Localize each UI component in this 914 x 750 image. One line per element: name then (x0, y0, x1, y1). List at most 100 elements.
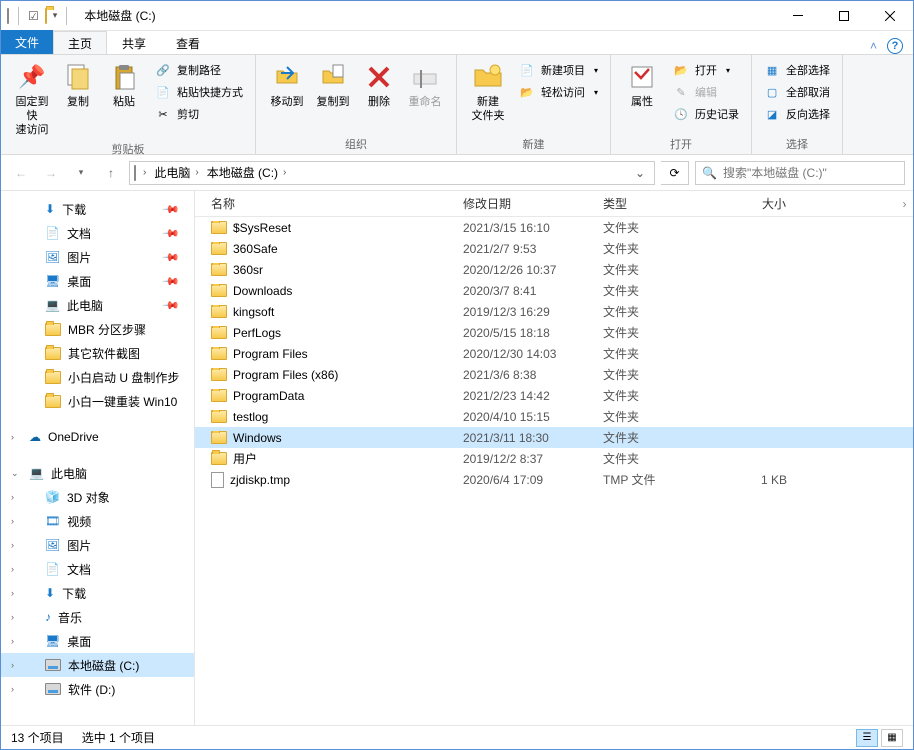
moveto-button[interactable]: 移动到 (264, 59, 310, 111)
expand-icon[interactable]: › (11, 588, 14, 598)
address-dropdown-icon[interactable]: ⌄ (630, 166, 650, 180)
file-row[interactable]: 360sr2020/12/26 10:37文件夹 (195, 259, 913, 280)
drive-crumb-icon (134, 166, 136, 180)
copy-path-button[interactable]: 🔗复制路径 (151, 59, 247, 81)
nav-pictures2[interactable]: ›🖼图片 (1, 533, 194, 557)
delete-button[interactable]: 删除 (356, 59, 402, 111)
address-box[interactable]: › 此电脑› 本地磁盘 (C:)› ⌄ (129, 161, 655, 185)
recent-button[interactable]: ▾ (69, 161, 93, 185)
help-icon[interactable]: ? (887, 38, 903, 54)
nav-thispc[interactable]: 💻此电脑📌 (1, 293, 194, 317)
crumb-root[interactable]: › (136, 162, 150, 184)
search-input[interactable]: 🔍搜索"本地磁盘 (C:)" (695, 161, 905, 185)
nav-downloads[interactable]: ⬇下载📌 (1, 197, 194, 221)
file-row[interactable]: ProgramData2021/2/23 14:42文件夹 (195, 385, 913, 406)
expand-icon[interactable]: ⌄ (11, 468, 19, 479)
tab-share[interactable]: 共享 (107, 31, 161, 54)
col-size[interactable]: 大小 (717, 195, 797, 212)
file-row[interactable]: kingsoft2019/12/3 16:29文件夹 (195, 301, 913, 322)
nav-documents[interactable]: 📄文档📌 (1, 221, 194, 245)
close-button[interactable] (867, 1, 913, 31)
file-date: 2021/3/11 18:30 (453, 431, 593, 445)
folder-qat-icon[interactable] (45, 9, 47, 23)
expand-icon[interactable]: › (11, 564, 14, 574)
cut-button[interactable]: ✂剪切 (151, 103, 247, 125)
properties-qat-icon[interactable]: ☑ (28, 9, 39, 23)
expand-icon[interactable]: › (11, 684, 14, 694)
col-date[interactable]: 修改日期 (453, 195, 593, 212)
maximize-button[interactable] (821, 1, 867, 31)
newitem-button[interactable]: 📄新建项目▾ (515, 59, 602, 81)
minimize-button[interactable] (775, 1, 821, 31)
file-row[interactable]: Program Files (x86)2021/3/6 8:38文件夹 (195, 364, 913, 385)
up-button[interactable]: ↑ (99, 161, 123, 185)
nav-downloads2[interactable]: ›⬇下载 (1, 581, 194, 605)
nav-thispc2[interactable]: ⌄💻此电脑 (1, 461, 194, 485)
nav-music[interactable]: ›♪音乐 (1, 605, 194, 629)
edit-button[interactable]: ✎编辑 (669, 81, 743, 103)
paste-button[interactable]: 粘贴 (101, 59, 147, 111)
nav-xiaobai1[interactable]: 小白启动 U 盘制作步 (1, 365, 194, 389)
nav-other[interactable]: 其它软件截图 (1, 341, 194, 365)
copy-button[interactable]: 复制 (55, 59, 101, 111)
selectnone-button[interactable]: ▢全部取消 (760, 81, 834, 103)
nav-documents2[interactable]: ›📄文档 (1, 557, 194, 581)
file-row[interactable]: 用户2019/12/2 8:37文件夹 (195, 448, 913, 469)
nav-3dobjects[interactable]: ›🧊3D 对象 (1, 485, 194, 509)
pin-button[interactable]: 📌固定到快 速访问 (9, 59, 55, 139)
qat-dropdown-icon[interactable]: ▾ (53, 10, 58, 21)
nav-xiaobai2[interactable]: 小白一键重装 Win10 (1, 389, 194, 413)
file-row[interactable]: Windows2021/3/11 18:30文件夹 (195, 427, 913, 448)
invert-icon: ◪ (764, 106, 780, 122)
nav-onedrive[interactable]: ›☁OneDrive (1, 425, 194, 449)
paste-shortcut-button[interactable]: 📄粘贴快捷方式 (151, 81, 247, 103)
expand-icon[interactable]: › (11, 612, 14, 622)
expand-icon[interactable]: › (11, 492, 14, 502)
file-row[interactable]: Downloads2020/3/7 8:41文件夹 (195, 280, 913, 301)
back-button[interactable]: ← (9, 161, 33, 185)
nav-desktop[interactable]: 🖥桌面📌 (1, 269, 194, 293)
open-button[interactable]: 📂打开▾ (669, 59, 743, 81)
rename-button[interactable]: 重命名 (402, 59, 448, 111)
tab-home[interactable]: 主页 (53, 31, 107, 54)
column-scroll-icon[interactable]: › (896, 191, 913, 217)
file-list: 名称 修改日期 类型 大小 $SysReset2021/3/15 16:10文件… (195, 191, 913, 731)
forward-button[interactable]: → (39, 161, 63, 185)
newfolder-button[interactable]: 新建 文件夹 (465, 59, 511, 125)
documents-icon: 📄 (45, 562, 60, 576)
crumb-drive[interactable]: 本地磁盘 (C:)› (203, 162, 291, 184)
col-type[interactable]: 类型 (593, 195, 717, 212)
history-button[interactable]: 🕓历史记录 (669, 103, 743, 125)
col-name[interactable]: 名称 (195, 195, 453, 212)
properties-button[interactable]: 属性 (619, 59, 665, 111)
easyaccess-button[interactable]: 📂轻松访问▾ (515, 81, 602, 103)
file-row[interactable]: Program Files2020/12/30 14:03文件夹 (195, 343, 913, 364)
properties-icon (626, 61, 658, 93)
nav-cdrive[interactable]: ›本地磁盘 (C:) (1, 653, 194, 677)
file-row[interactable]: PerfLogs2020/5/15 18:18文件夹 (195, 322, 913, 343)
file-row[interactable]: 360Safe2021/2/7 9:53文件夹 (195, 238, 913, 259)
file-row[interactable]: $SysReset2021/3/15 16:10文件夹 (195, 217, 913, 238)
nav-pictures[interactable]: 🖼图片📌 (1, 245, 194, 269)
expand-icon[interactable]: › (11, 636, 14, 646)
invertsel-button[interactable]: ◪反向选择 (760, 103, 834, 125)
file-row[interactable]: zjdiskp.tmp2020/6/4 17:09TMP 文件1 KB (195, 469, 913, 490)
details-view-button[interactable]: ☰ (856, 729, 878, 747)
icons-view-button[interactable]: ▦ (881, 729, 903, 747)
expand-icon[interactable]: › (11, 660, 14, 670)
collapse-ribbon-icon[interactable]: ˄ (870, 39, 877, 53)
nav-ddrive[interactable]: ›软件 (D:) (1, 677, 194, 701)
tab-view[interactable]: 查看 (161, 31, 215, 54)
nav-desktop2[interactable]: ›🖥桌面 (1, 629, 194, 653)
copyto-button[interactable]: 复制到 (310, 59, 356, 111)
crumb-thispc[interactable]: 此电脑› (150, 162, 202, 184)
nav-mbr[interactable]: MBR 分区步骤 (1, 317, 194, 341)
refresh-button[interactable]: ⟳ (661, 161, 689, 185)
selectall-button[interactable]: ▦全部选择 (760, 59, 834, 81)
expand-icon[interactable]: › (11, 432, 14, 442)
expand-icon[interactable]: › (11, 516, 14, 526)
expand-icon[interactable]: › (11, 540, 14, 550)
file-row[interactable]: testlog2020/4/10 15:15文件夹 (195, 406, 913, 427)
tab-file[interactable]: 文件 (1, 30, 53, 54)
nav-videos[interactable]: ›🎞视频 (1, 509, 194, 533)
